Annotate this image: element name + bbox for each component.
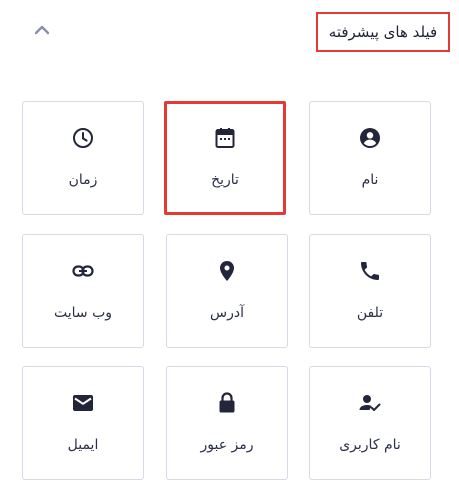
field-label: زمان [68, 172, 98, 188]
field-time[interactable]: زمان [22, 101, 144, 215]
advanced-fields-title: فیلد های پیشرفته [316, 12, 450, 52]
field-label: رمز عبور [200, 437, 254, 453]
field-email[interactable]: ایمیل [22, 366, 144, 480]
field-username[interactable]: نام کاربری [309, 366, 431, 480]
field-label: نام کاربری [339, 437, 401, 453]
field-label: ایمیل [67, 437, 99, 453]
field-label: نام [361, 172, 379, 188]
field-date[interactable]: تاریخ [164, 101, 286, 215]
collapse-section-button[interactable] [30, 18, 54, 42]
field-phone[interactable]: تلفن [309, 234, 431, 348]
field-password[interactable]: رمز عبور [166, 366, 288, 480]
clock-icon [71, 126, 95, 150]
field-label: تاریخ [211, 172, 239, 188]
field-website[interactable]: وب سایت [22, 234, 144, 348]
chevron-up-icon [34, 25, 50, 35]
calendar-icon [213, 126, 237, 150]
lock-icon [215, 391, 239, 415]
link-icon [71, 259, 95, 283]
field-label: تلفن [356, 305, 384, 321]
account-circle-icon [358, 126, 382, 150]
field-label: وب سایت [53, 305, 113, 321]
field-name[interactable]: نام [309, 101, 431, 215]
user-check-icon [358, 391, 382, 415]
mail-icon [71, 391, 95, 415]
location-pin-icon [215, 259, 239, 283]
field-label: آدرس [210, 305, 244, 321]
phone-icon [358, 259, 382, 283]
field-address[interactable]: آدرس [166, 234, 288, 348]
